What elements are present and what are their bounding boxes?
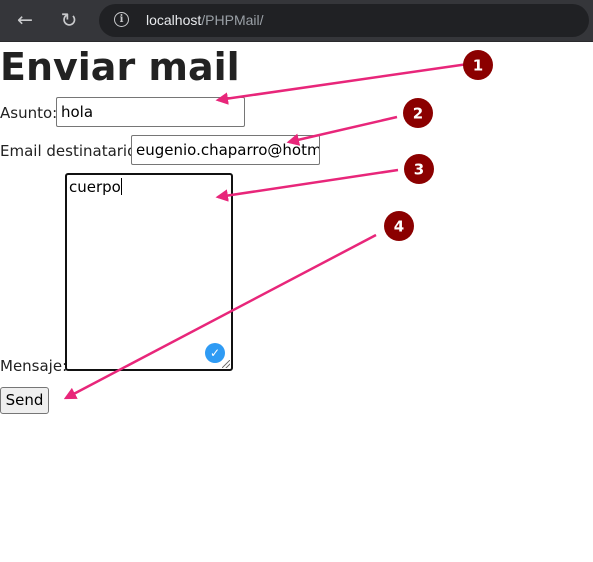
annotation-arrow-1 bbox=[215, 62, 469, 105]
svg-text:3: 3 bbox=[414, 161, 424, 179]
annotation-badge-4: 4 bbox=[384, 211, 414, 241]
annotation-arrow-4 bbox=[63, 233, 377, 400]
annotation-overlay: 1 2 3 4 bbox=[63, 50, 493, 400]
svg-text:2: 2 bbox=[413, 105, 423, 123]
annotation-badge-3: 3 bbox=[404, 154, 434, 184]
annotation-badge-2: 2 bbox=[403, 98, 433, 128]
svg-text:1: 1 bbox=[473, 57, 483, 75]
svg-text:4: 4 bbox=[394, 218, 404, 236]
annotation-arrow-2 bbox=[286, 115, 398, 146]
annotation-arrow-3 bbox=[215, 168, 399, 202]
annotation-badge-1: 1 bbox=[463, 50, 493, 80]
